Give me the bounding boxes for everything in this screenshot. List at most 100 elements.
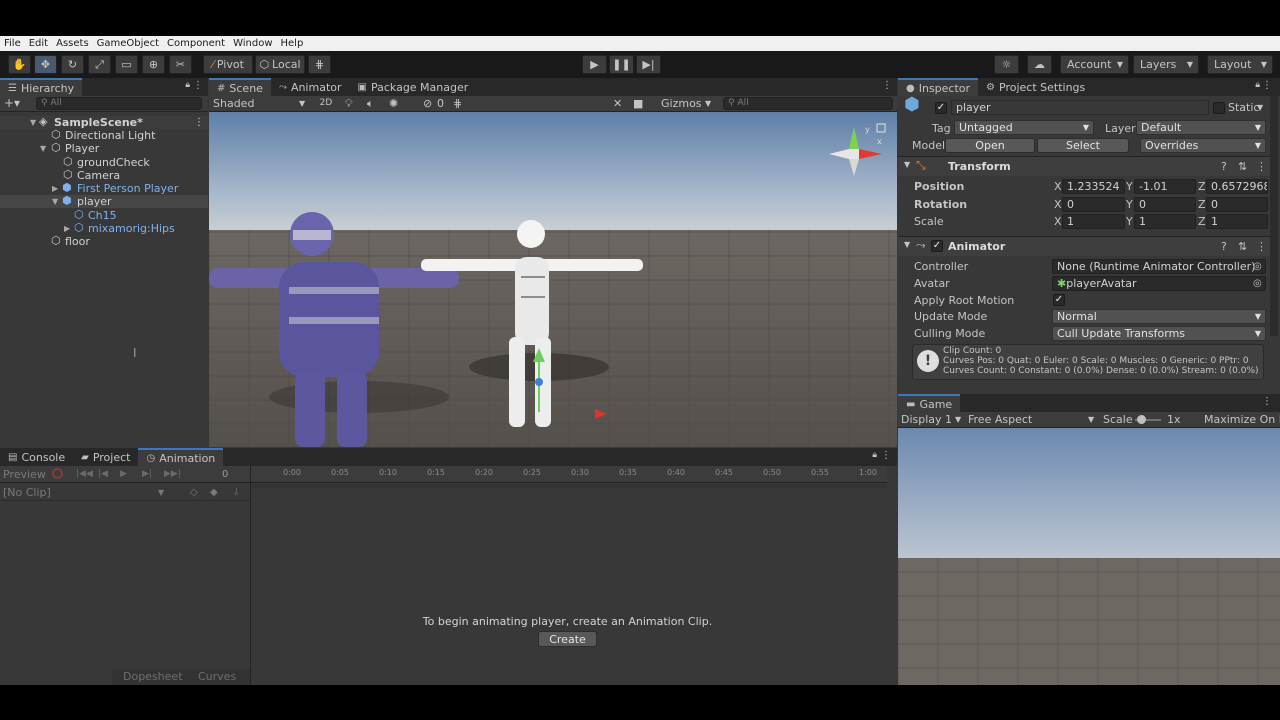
culling-mode-dropdown[interactable]: Cull Update Transforms ▼: [1052, 326, 1266, 341]
expand-arrow-icon[interactable]: ▼: [904, 160, 910, 169]
tab-project[interactable]: ▰ Project: [73, 448, 138, 466]
frame-field[interactable]: 0: [222, 466, 228, 483]
animator-enabled-checkbox[interactable]: ✓: [931, 240, 943, 252]
tree-item-floor[interactable]: ⬡ floor: [0, 234, 208, 248]
inspector-scrollbar[interactable]: [1270, 96, 1278, 336]
object-picker-icon[interactable]: ◎: [1253, 275, 1262, 292]
tree-item-player[interactable]: ▼ ⬢ player: [0, 194, 208, 208]
cloud-icon[interactable]: ☁: [1027, 55, 1052, 74]
select-button[interactable]: Select: [1037, 138, 1129, 153]
kebab-menu-icon[interactable]: ⋮: [882, 80, 892, 91]
prev-keyframe-icon[interactable]: |◀: [98, 466, 108, 483]
hidden-objects-icon[interactable]: ⊘: [423, 96, 432, 111]
help-icon[interactable]: ?: [1221, 160, 1227, 173]
transform-component-header[interactable]: ▼ ⤡ Transform ? ⇅ ⋮: [898, 156, 1270, 176]
tools-icon[interactable]: ✕: [613, 96, 622, 111]
step-button[interactable]: ▶|: [636, 55, 661, 74]
overrides-dropdown[interactable]: Overrides ▼: [1140, 138, 1266, 153]
preset-icon[interactable]: ⇅: [1238, 160, 1247, 173]
position-x-field[interactable]: 1.233524: [1062, 179, 1125, 194]
next-keyframe-icon[interactable]: ▶|: [142, 466, 152, 483]
filter-icon[interactable]: ⫰: [234, 484, 238, 501]
tree-item-directional-light[interactable]: ⬡ Directional Light: [0, 128, 208, 142]
tree-item-first-person-player[interactable]: ▶ ⬢ First Person Player: [0, 181, 208, 195]
kebab-menu-icon[interactable]: ⋮: [1256, 240, 1267, 253]
active-checkbox[interactable]: ✓: [935, 102, 947, 114]
tab-hierarchy[interactable]: ☰ Hierarchy: [0, 78, 83, 96]
dopesheet-tab[interactable]: Dopesheet: [123, 669, 183, 685]
scale-z-field[interactable]: 1: [1206, 214, 1268, 229]
tab-project-settings[interactable]: ⚙ Project Settings: [978, 78, 1093, 96]
kebab-menu-icon[interactable]: ⋮: [881, 450, 891, 461]
create-clip-button[interactable]: Create: [538, 631, 597, 647]
menu-gameobject[interactable]: GameObject: [93, 38, 163, 49]
aspect-dropdown[interactable]: Free Aspect: [968, 412, 1032, 427]
tree-item-camera[interactable]: ⬡ Camera: [0, 168, 208, 182]
collapse-arrow-icon[interactable]: ▶: [52, 182, 58, 195]
grid-snap-icon[interactable]: ⋕: [308, 55, 331, 74]
kebab-menu-icon[interactable]: ⋮: [1262, 80, 1272, 91]
preview-toggle[interactable]: Preview: [3, 466, 46, 483]
position-z-field[interactable]: 0.6572968: [1206, 179, 1268, 194]
menu-edit[interactable]: Edit: [25, 38, 52, 49]
layers-dropdown[interactable]: Layers ▼: [1133, 55, 1199, 74]
position-y-field[interactable]: -1.01: [1134, 179, 1196, 194]
lighting-icon[interactable]: 💡︎: [345, 96, 353, 111]
controller-field[interactable]: None (Runtime Animator Controller): [1052, 259, 1266, 274]
avatar-field[interactable]: ✱playerAvatar: [1052, 276, 1266, 291]
tree-item-player-parent[interactable]: ▼ ⬡ Player: [0, 141, 208, 155]
lock-icon[interactable]: 🔒︎: [185, 80, 190, 90]
record-icon[interactable]: [52, 468, 63, 479]
camera-icon[interactable]: ■: [633, 96, 643, 111]
custom-tool-icon[interactable]: ✂: [169, 55, 192, 74]
layer-dropdown[interactable]: Default ▼: [1136, 120, 1266, 135]
tab-scene[interactable]: # Scene: [209, 78, 271, 96]
static-checkbox[interactable]: [1213, 102, 1225, 114]
rotate-tool-icon[interactable]: ↻: [61, 55, 84, 74]
display-dropdown[interactable]: Display 1: [901, 412, 952, 427]
object-picker-icon[interactable]: ◎: [1253, 258, 1262, 275]
pivot-toggle[interactable]: ⁄ Pivot: [203, 55, 253, 74]
menu-assets[interactable]: Assets: [52, 38, 93, 49]
rect-tool-icon[interactable]: ▭: [115, 55, 138, 74]
layout-dropdown[interactable]: Layout ▼: [1207, 55, 1273, 74]
play-button[interactable]: ▶: [582, 55, 607, 74]
add-event-icon[interactable]: ◆: [210, 484, 218, 501]
kebab-menu-icon[interactable]: ⋮: [1256, 160, 1267, 173]
tab-animator[interactable]: ⤳ Animator: [271, 78, 350, 96]
collab-icon[interactable]: ☼: [994, 55, 1019, 74]
tab-animation[interactable]: ◷ Animation: [138, 448, 224, 466]
pause-button[interactable]: ❚❚: [609, 55, 634, 74]
menu-file[interactable]: File: [0, 38, 25, 49]
effects-icon[interactable]: ✺: [389, 96, 398, 111]
add-icon[interactable]: +▾: [4, 96, 20, 110]
grid-icon[interactable]: ⋕: [453, 96, 462, 111]
open-button[interactable]: Open: [945, 138, 1035, 153]
kebab-menu-icon[interactable]: ⋮: [194, 116, 204, 129]
rotation-y-field[interactable]: 0: [1134, 197, 1196, 212]
clip-dropdown[interactable]: [No Clip]: [3, 484, 51, 501]
menu-component[interactable]: Component: [163, 38, 229, 49]
lock-icon[interactable]: 🔒︎: [872, 450, 877, 460]
scale-y-field[interactable]: 1: [1134, 214, 1196, 229]
collapse-arrow-icon[interactable]: ▶: [64, 222, 70, 235]
tab-package-manager[interactable]: ▣ Package Manager: [350, 78, 477, 96]
tree-item-mixamorig-hips[interactable]: ▶ ⬡ mixamorig:Hips: [0, 221, 208, 235]
move-tool-icon[interactable]: ✥: [34, 55, 57, 74]
transform-tool-icon[interactable]: ⊕: [142, 55, 165, 74]
tree-item-scene[interactable]: ▼ ◈ SampleScene* ⋮: [0, 115, 208, 129]
tag-dropdown[interactable]: Untagged ▼: [954, 120, 1094, 135]
curves-tab[interactable]: Curves: [198, 669, 236, 685]
kebab-menu-icon[interactable]: ⋮: [1262, 396, 1272, 407]
rotation-x-field[interactable]: 0: [1062, 197, 1125, 212]
scene-viewport[interactable]: y x: [209, 112, 897, 447]
local-toggle[interactable]: ⬡ Local: [255, 55, 305, 74]
update-mode-dropdown[interactable]: Normal ▼: [1052, 309, 1266, 324]
hierarchy-search-input[interactable]: ⚲ All: [36, 97, 202, 110]
tree-item-ch15[interactable]: ⬡ Ch15: [0, 208, 208, 222]
play-animation-icon[interactable]: ▶: [120, 466, 127, 483]
chevron-down-icon[interactable]: ▼: [1257, 100, 1263, 115]
animator-component-header[interactable]: ▼ ⤳ ✓ Animator ? ⇅ ⋮: [898, 236, 1270, 256]
expand-arrow-icon[interactable]: ▼: [904, 240, 910, 249]
scale-tool-icon[interactable]: ⤢: [88, 55, 111, 74]
